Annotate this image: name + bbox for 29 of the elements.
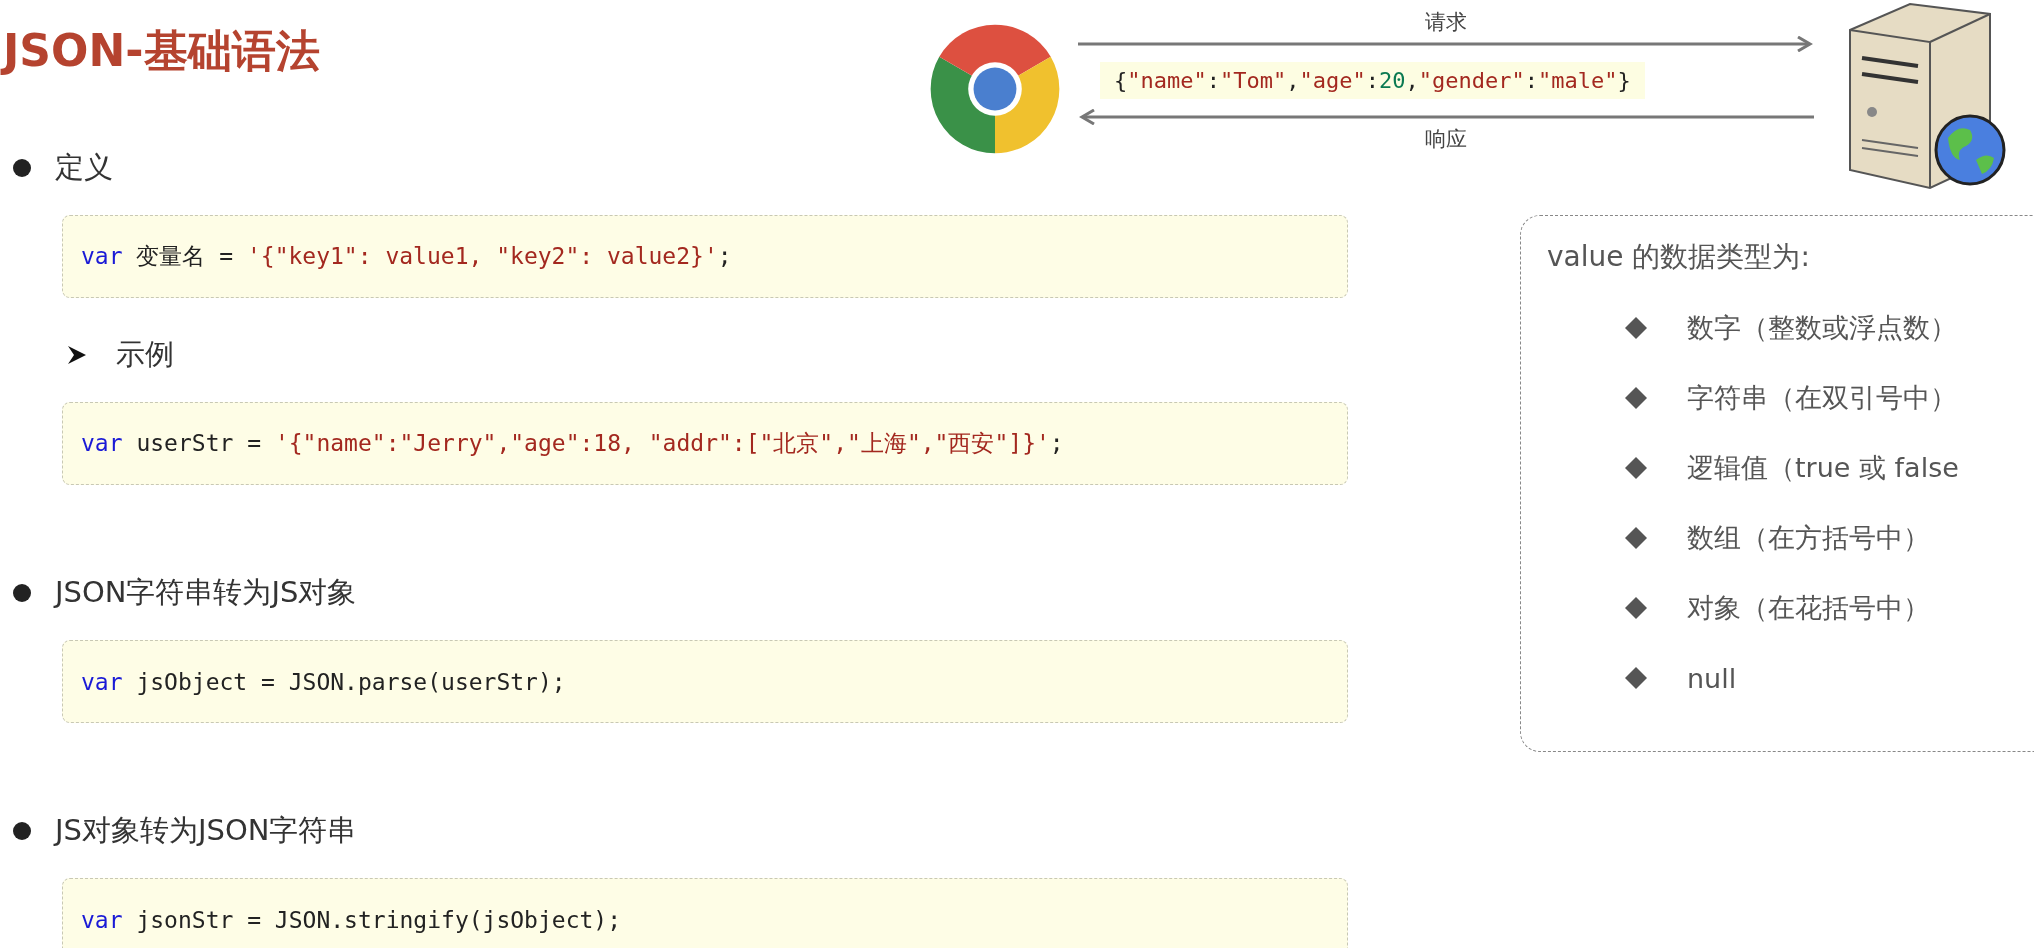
diamond-bullet-icon (1625, 457, 1647, 479)
browser-logo-icon (928, 22, 1062, 156)
diamond-bullet-icon (1625, 317, 1647, 339)
code-line: var jsObject = JSON.parse(userStr); (81, 668, 566, 695)
diamond-bullet-icon (1625, 667, 1647, 689)
section-heading: 定义 (55, 149, 113, 186)
bullet-icon (13, 584, 31, 602)
value-type-item: 对象（在花括号中） (1687, 591, 1930, 625)
panel-title: value 的数据类型为: (1547, 239, 1811, 275)
section-heading: JS对象转为JSON字符串 (55, 812, 357, 849)
section-heading: 示例 (116, 336, 174, 373)
code-line: var userStr = '{"name":"Jerry","age":18, "addr":["北京","上海","西安"]}'; (81, 429, 1064, 458)
bullet-icon (13, 159, 31, 177)
value-type-item: 字符串（在双引号中） (1687, 381, 1957, 415)
diamond-bullet-icon (1625, 387, 1647, 409)
value-type-item: null (1687, 662, 1737, 694)
value-type-item: 逻辑值（true 或 false (1687, 451, 1959, 485)
response-label: 响应 (1425, 126, 1467, 153)
value-type-item: 数组（在方括号中） (1687, 521, 1930, 555)
section-heading: JSON字符串转为JS对象 (55, 574, 357, 611)
diamond-bullet-icon (1625, 597, 1647, 619)
bullet-icon (13, 822, 31, 840)
value-type-item: 数字（整数或浮点数） (1687, 311, 1957, 345)
diamond-bullet-icon (1625, 527, 1647, 549)
code-line: var jsonStr = JSON.stringify(jsObject); (81, 906, 622, 933)
arrow-bullet-icon (66, 344, 88, 366)
request-label: 请求 (1425, 9, 1467, 36)
json-payload: {"name":"Tom","age":20,"gender":"male"} (1100, 62, 1645, 99)
code-line: var 变量名 = '{"key1": value1, "key2": value2}'; (81, 242, 732, 271)
